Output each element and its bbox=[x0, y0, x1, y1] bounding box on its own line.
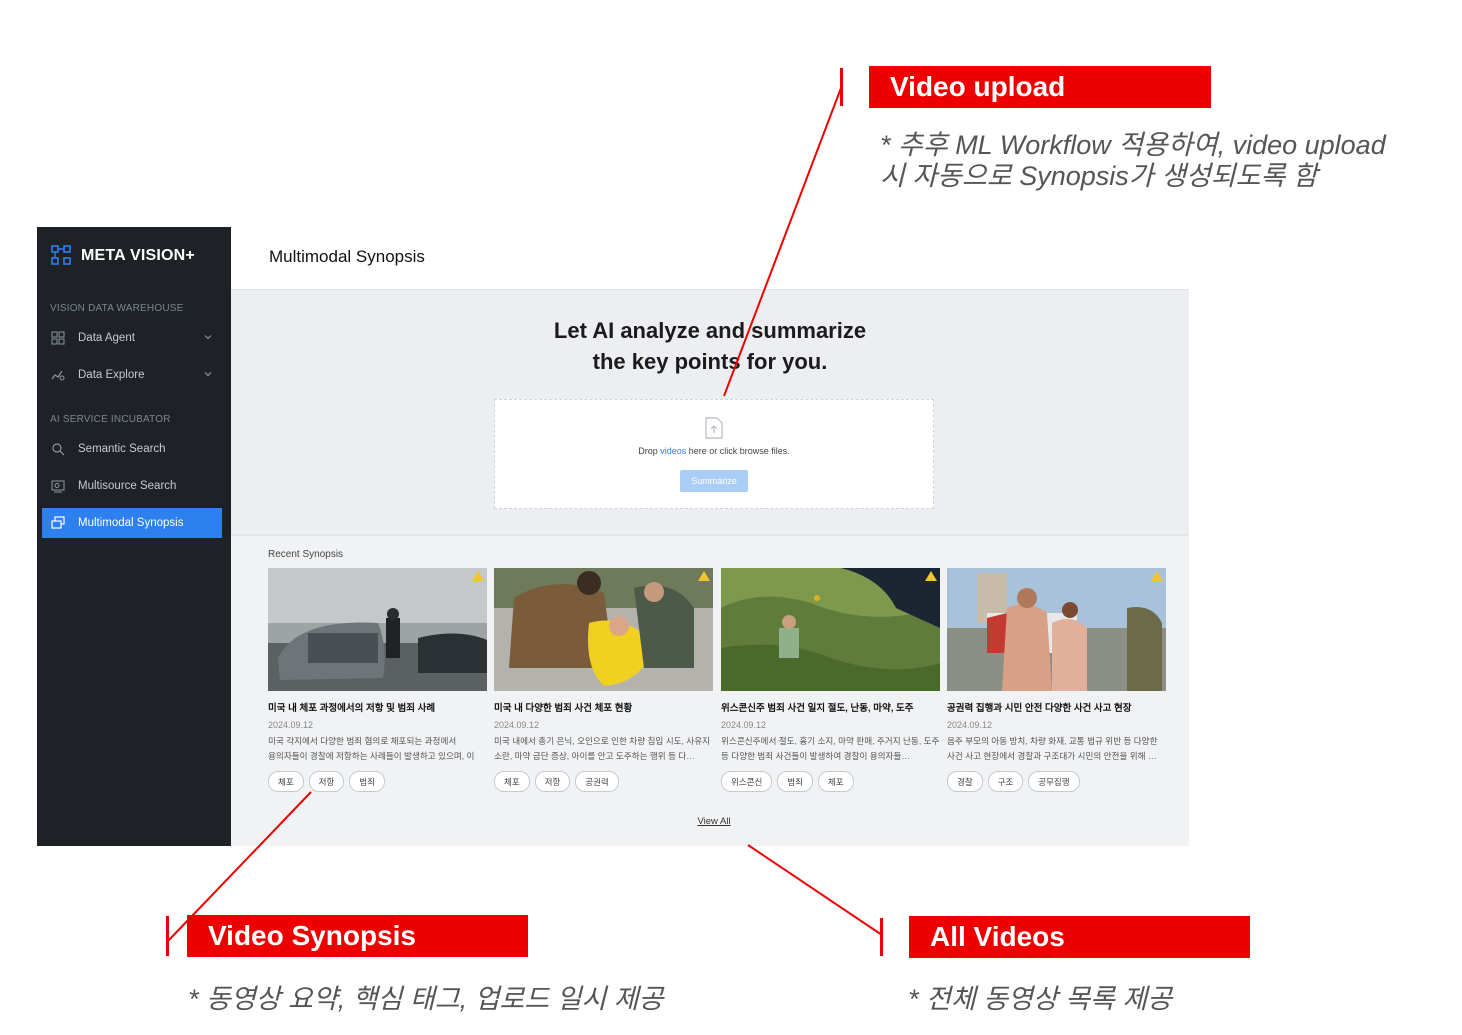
sidebar-item-multimodal-synopsis[interactable]: Multimodal Synopsis bbox=[42, 508, 222, 538]
top-bar: Multimodal Synopsis bbox=[231, 227, 1189, 290]
card-title: 위스콘신주 범죄 사건 일지 절도, 난동, 마약, 도주 bbox=[721, 703, 914, 714]
grid-icon bbox=[51, 331, 65, 345]
card-date: 2024.09.12 bbox=[268, 720, 314, 730]
card-tags: 체포 저항 공권력 bbox=[494, 771, 713, 792]
card-tags: 위스콘신 범죄 체포 bbox=[721, 771, 940, 792]
warning-icon bbox=[925, 571, 937, 581]
logo-icon bbox=[51, 245, 71, 265]
card-description: 미국 각지에서 다양한 범죄 혐의로 체포되는 과정에서 용의자들이 경찰에 저… bbox=[268, 736, 475, 761]
card-title: 공권력 집행과 시민 안전 다양한 사건 사고 현장 bbox=[947, 703, 1132, 714]
card-title: 미국 내 체포 과정에서의 저항 및 범죄 사례 bbox=[268, 703, 436, 714]
tag-chip[interactable]: 저항 bbox=[534, 771, 571, 792]
annotation-bar bbox=[880, 918, 883, 956]
video-thumbnail[interactable] bbox=[947, 568, 1166, 691]
card-title: 미국 내 다양한 범죄 사건 체포 현황 bbox=[494, 703, 633, 714]
hero-heading-line-1: Let AI analyze and summarize bbox=[553, 318, 867, 343]
card-date: 2024.09.12 bbox=[494, 720, 540, 730]
tag-chip[interactable]: 공무집행 bbox=[1028, 771, 1080, 792]
card-description: 음주 부모의 아동 방치, 차량 화재, 교통 법규 위반 등 다양한 사건 사… bbox=[947, 736, 1158, 761]
synopsis-card[interactable]: 미국 내 다양한 범죄 사건 체포 현황 2024.09.12 미국 내에서 총… bbox=[494, 568, 713, 792]
tag-chip[interactable]: 위스콘신 bbox=[721, 771, 773, 792]
view-all-link[interactable]: View All bbox=[231, 816, 1197, 827]
annotation-video-synopsis-note: * 동영상 요약, 핵심 태그, 업로드 일시 제공 bbox=[188, 984, 664, 1014]
card-date: 2024.09.12 bbox=[721, 720, 767, 730]
tag-chip[interactable]: 체포 bbox=[268, 771, 304, 792]
upload-hero: Let AI analyze and summarize the key poi… bbox=[231, 290, 1189, 536]
sidebar-item-label: Multimodal Synopsis bbox=[78, 517, 184, 529]
annotation-video-upload-title: Video upload bbox=[869, 66, 1211, 108]
synopsis-card[interactable]: 미국 내 체포 과정에서의 저항 및 범죄 사례 2024.09.12 미국 각… bbox=[268, 568, 487, 792]
thumbnail-image bbox=[494, 568, 713, 691]
thumbnail-image bbox=[721, 568, 940, 691]
browse-videos-link[interactable]: videos bbox=[660, 446, 686, 456]
tag-chip[interactable]: 범죄 bbox=[349, 771, 385, 792]
section-label-ai-service-incubator: AI SERVICE INCUBATOR bbox=[50, 414, 171, 425]
video-thumbnail[interactable] bbox=[721, 568, 940, 691]
synopsis-card[interactable]: 공권력 집행과 시민 안전 다양한 사건 사고 현장 2024.09.12 음주… bbox=[947, 568, 1166, 792]
annotation-video-upload-note-2: 시 자동으로 Synopsis가 생성되도록 함 bbox=[880, 161, 1318, 191]
tag-chip[interactable]: 체포 bbox=[817, 771, 854, 792]
chevron-down-icon bbox=[204, 372, 212, 377]
layers-icon bbox=[51, 516, 65, 529]
card-description: 위스콘신주에서 절도, 흉기 소지, 마약 판매, 주거지 난동, 도주 등 다… bbox=[721, 736, 940, 761]
annotation-video-synopsis-title: Video Synopsis bbox=[187, 915, 528, 957]
tag-chip[interactable]: 저항 bbox=[308, 771, 345, 792]
sidebar-item-multisource-search[interactable]: Multisource Search bbox=[42, 471, 222, 501]
summarize-button[interactable]: Summarize bbox=[680, 470, 748, 492]
tag-chip[interactable]: 구조 bbox=[987, 771, 1024, 792]
sidebar-item-label: Data Explore bbox=[78, 369, 145, 381]
video-thumbnail[interactable] bbox=[268, 568, 487, 691]
sidebar-item-semantic-search[interactable]: Semantic Search bbox=[42, 434, 222, 464]
dropzone-text: Drop videos here or click browse files. bbox=[495, 446, 933, 456]
sidebar-item-label: Semantic Search bbox=[78, 443, 166, 455]
dropzone-text-suffix: here or click browse files. bbox=[686, 446, 790, 456]
app-logo[interactable]: META VISION+ bbox=[51, 245, 195, 266]
warning-icon bbox=[472, 571, 484, 581]
thumbnail-image bbox=[268, 568, 487, 691]
main-content: Multimodal Synopsis Let AI analyze and s… bbox=[231, 227, 1189, 846]
recent-synopsis-label: Recent Synopsis bbox=[268, 549, 344, 560]
card-date: 2024.09.12 bbox=[947, 720, 993, 730]
card-description: 미국 내에서 총기 은닉, 오인으로 인한 차량 침입 시도, 사유지 소란, … bbox=[494, 736, 711, 761]
all-videos-pointer-line bbox=[747, 844, 883, 936]
sidebar-item-data-explore[interactable]: Data Explore bbox=[42, 360, 222, 390]
section-label-vision-data-warehouse: VISION DATA WAREHOUSE bbox=[50, 303, 184, 314]
tag-chip[interactable]: 공권력 bbox=[575, 771, 619, 792]
chevron-down-icon bbox=[204, 335, 212, 340]
annotation-all-videos-note: * 전체 동영상 목록 제공 bbox=[908, 984, 1173, 1014]
thumbnail-image bbox=[947, 568, 1166, 691]
logo-text: META VISION+ bbox=[81, 246, 195, 264]
tag-chip[interactable]: 범죄 bbox=[777, 771, 813, 792]
sidebar-item-data-agent[interactable]: Data Agent bbox=[42, 323, 222, 353]
hero-heading-line-2: the key points for you. bbox=[592, 349, 828, 374]
sidebar-item-label: Data Agent bbox=[78, 332, 135, 344]
annotation-bar bbox=[840, 68, 843, 106]
search-icon bbox=[52, 443, 65, 456]
card-tags: 경찰 구조 공무집행 bbox=[947, 771, 1166, 792]
warning-icon bbox=[698, 571, 710, 581]
synopsis-card[interactable]: 위스콘신주 범죄 사건 일지 절도, 난동, 마약, 도주 2024.09.12… bbox=[721, 568, 940, 792]
video-thumbnail[interactable] bbox=[494, 568, 713, 691]
page-title: Multimodal Synopsis bbox=[269, 247, 425, 266]
annotation-all-videos-title: All Videos bbox=[909, 916, 1250, 958]
sidebar: META VISION+ VISION DATA WAREHOUSE Data … bbox=[37, 227, 231, 846]
tag-chip[interactable]: 체포 bbox=[494, 771, 530, 792]
video-dropzone[interactable]: Drop videos here or click browse files. … bbox=[494, 399, 934, 509]
image-search-icon bbox=[51, 480, 65, 493]
card-tags: 체포 저항 범죄 bbox=[268, 771, 487, 792]
annotation-video-upload-note-1: * 추후 ML Workflow 적용하여, video upload bbox=[880, 130, 1386, 160]
annotation-bar bbox=[166, 916, 169, 956]
tag-chip[interactable]: 경찰 bbox=[947, 771, 983, 792]
sidebar-item-label: Multisource Search bbox=[78, 480, 177, 492]
file-upload-icon bbox=[705, 417, 723, 439]
chart-icon bbox=[51, 370, 65, 381]
warning-icon bbox=[1151, 571, 1163, 581]
dropzone-text-prefix: Drop bbox=[638, 446, 661, 456]
